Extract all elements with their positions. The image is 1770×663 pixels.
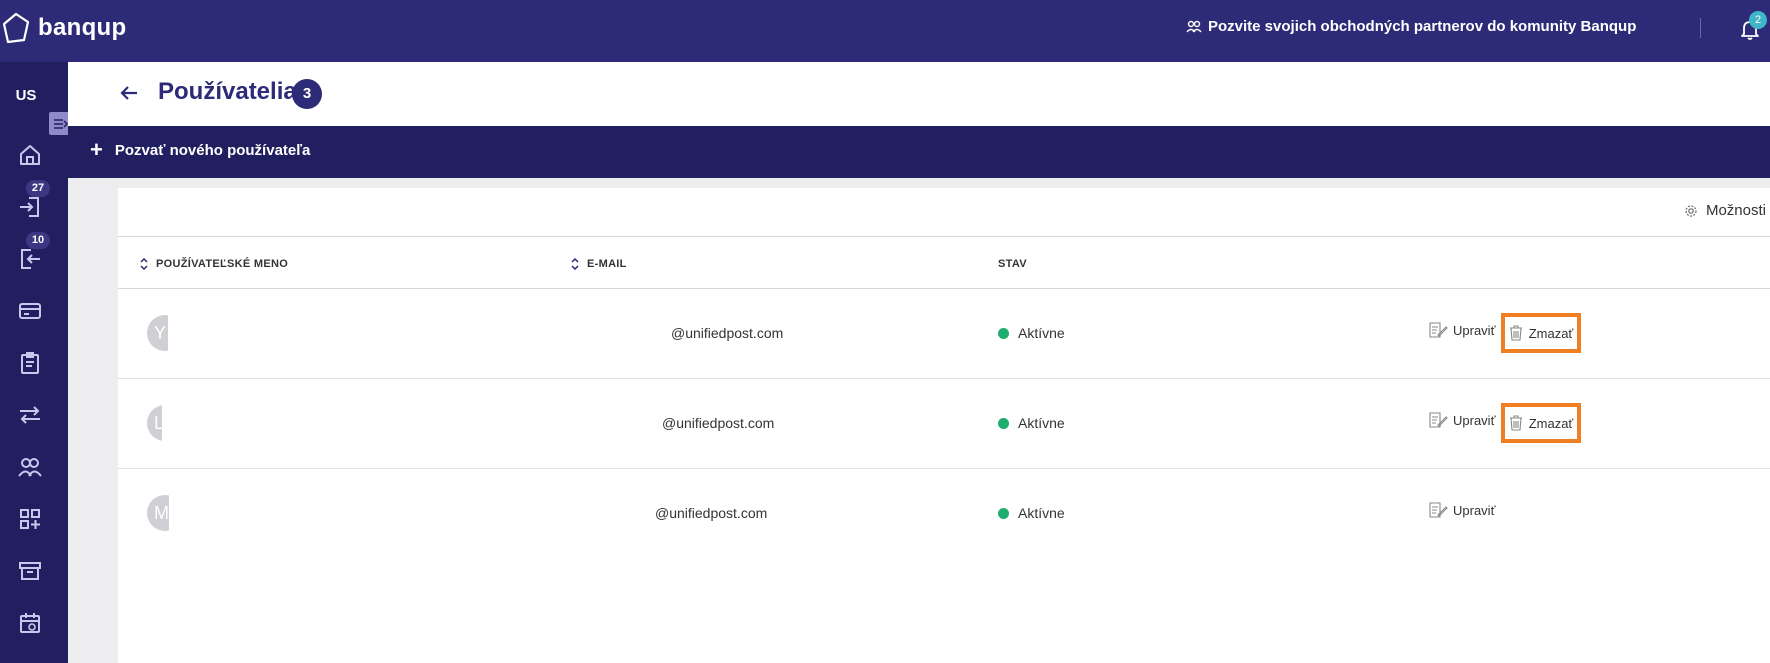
- status-badge: Aktívne: [998, 325, 1065, 341]
- status-badge: Aktívne: [998, 505, 1065, 521]
- sidebar: US 27 10: [0, 62, 72, 663]
- plus-icon: +: [90, 137, 103, 162]
- users-icon: [18, 458, 42, 477]
- table-row[interactable]: L @unifiedpost.com Aktívne Upraviť Zmaza…: [118, 379, 1770, 469]
- edit-button[interactable]: Upraviť: [1428, 321, 1495, 339]
- status-badge: Aktívne: [998, 415, 1065, 431]
- brand-name: banqup: [38, 14, 127, 41]
- sidebar-item-home[interactable]: [17, 142, 43, 168]
- gear-icon: [1685, 204, 1697, 217]
- top-bar: banqup Pozvite svojich obchodných partne…: [0, 0, 1770, 62]
- user-email: @unifiedpost.com: [671, 325, 784, 341]
- back-button[interactable]: [118, 82, 140, 104]
- redacted-name: [169, 489, 369, 539]
- invite-user-button[interactable]: + Pozvať nového používateľa: [90, 137, 311, 162]
- status-label: Aktívne: [1018, 505, 1065, 521]
- sidebar-item-archive[interactable]: [17, 558, 43, 584]
- sidebar-item-apps[interactable]: [17, 506, 43, 532]
- column-header-username[interactable]: POUŽÍVATEĽSKÉ MENO: [140, 258, 288, 270]
- page-title: Používatelia: [158, 78, 297, 105]
- sidebar-badge-outgoing: 10: [26, 232, 50, 249]
- table-row[interactable]: Y @unifiedpost.com Aktívne Upraviť Zmaza…: [118, 289, 1770, 379]
- clipboard-icon: [21, 352, 39, 374]
- redacted-name: [162, 399, 362, 449]
- trash-icon: [1509, 415, 1522, 431]
- delete-label: Zmazať: [1528, 415, 1574, 431]
- home-icon: [20, 145, 40, 165]
- sidebar-item-payments[interactable]: [17, 298, 43, 324]
- sort-icon: [140, 258, 148, 270]
- status-label: Aktívne: [1018, 415, 1065, 431]
- topbar-divider: [1700, 18, 1701, 38]
- delete-button[interactable]: Zmazať: [1501, 403, 1581, 443]
- sidebar-item-outgoing[interactable]: [17, 246, 43, 272]
- sort-icon: [571, 258, 579, 270]
- invite-user-label: Pozvať nového používateľa: [114, 141, 311, 159]
- outbox-out-icon: [21, 249, 40, 269]
- edit-icon: [1429, 502, 1448, 518]
- transfer-icon: [20, 406, 40, 424]
- redacted-name: [168, 309, 368, 359]
- options-label: Možnosti: [1705, 202, 1766, 219]
- people-icon: [1186, 20, 1202, 32]
- card-icon: [19, 303, 41, 319]
- edit-label: Upraviť: [1453, 502, 1496, 518]
- user-email: @unifiedpost.com: [655, 505, 768, 521]
- status-dot: [998, 417, 1009, 429]
- table-row[interactable]: M @unifiedpost.com Aktívne Upraviť: [118, 469, 1770, 559]
- sidebar-item-transfers[interactable]: [17, 402, 43, 428]
- status-label: Aktívne: [1018, 325, 1065, 341]
- column-header-label: POUŽÍVATEĽSKÉ MENO: [156, 258, 289, 270]
- column-header-status: STAV: [998, 258, 1027, 270]
- user-email: @unifiedpost.com: [662, 415, 775, 431]
- inbox-in-icon: [20, 197, 39, 217]
- arrow-left-icon: [120, 86, 137, 100]
- sidebar-item-tasks[interactable]: [17, 350, 43, 376]
- sidebar-item-incoming[interactable]: [17, 194, 43, 220]
- users-panel: Možnosti POUŽÍVATEĽSKÉ MENO E-MAIL STAV …: [118, 188, 1770, 663]
- column-header-label: E-MAIL: [587, 258, 627, 270]
- users-count-badge: 3: [292, 79, 322, 109]
- column-header-email[interactable]: E-MAIL: [571, 258, 627, 270]
- user-initials[interactable]: US: [0, 87, 52, 104]
- status-dot: [998, 507, 1009, 519]
- action-bar: + Pozvať nového používateľa: [68, 126, 1770, 178]
- trash-icon: [1509, 325, 1522, 341]
- invite-partners-label: Pozvite svojich obchodných partnerov do …: [1208, 18, 1637, 35]
- sidebar-item-calendar[interactable]: [17, 610, 43, 636]
- delete-button[interactable]: Zmazať: [1501, 313, 1581, 353]
- invite-partners-link[interactable]: Pozvite svojich obchodných partnerov do …: [1186, 18, 1636, 35]
- edit-label: Upraviť: [1453, 322, 1496, 338]
- edit-icon: [1429, 412, 1448, 428]
- page-header: Používatelia 3: [68, 62, 1770, 126]
- status-dot: [998, 327, 1009, 339]
- divider: [118, 236, 1770, 237]
- apps-icon: [20, 509, 40, 529]
- banqup-logo[interactable]: banqup: [2, 12, 126, 44]
- logo-icon: [2, 12, 30, 44]
- options-button[interactable]: Možnosti: [1684, 202, 1766, 219]
- sidebar-badge-incoming: 27: [26, 180, 50, 197]
- edit-icon: [1429, 322, 1448, 338]
- archive-icon: [19, 562, 41, 580]
- edit-label: Upraviť: [1453, 412, 1496, 428]
- edit-button[interactable]: Upraviť: [1428, 411, 1495, 429]
- calendar-icon: [20, 613, 40, 633]
- edit-button[interactable]: Upraviť: [1428, 501, 1495, 519]
- notifications-badge: 2: [1749, 11, 1767, 29]
- delete-label: Zmazať: [1528, 325, 1574, 341]
- column-header-label: STAV: [998, 258, 1027, 270]
- sidebar-item-contacts[interactable]: [17, 454, 43, 480]
